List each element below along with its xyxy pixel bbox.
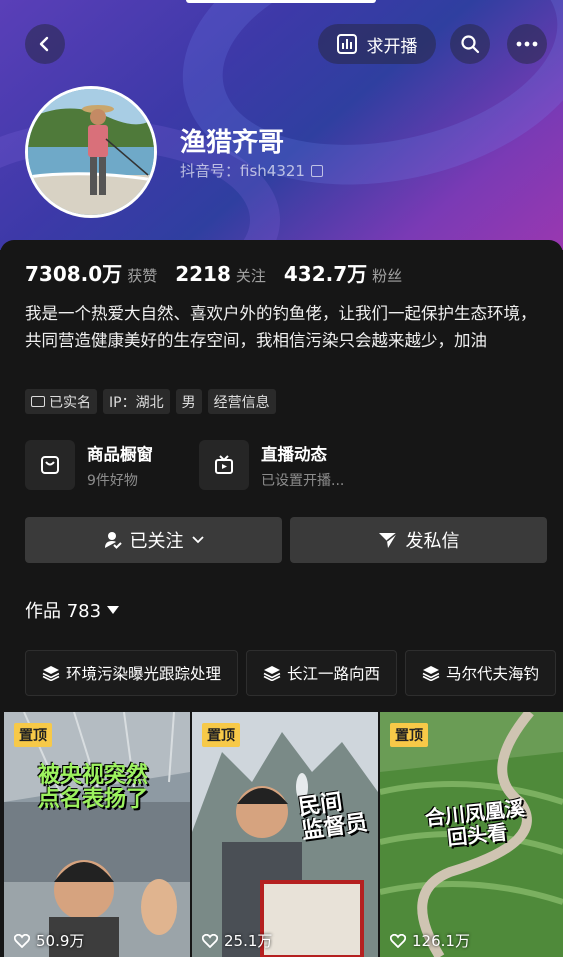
video-thumbnail-image — [4, 712, 190, 957]
product-showcase[interactable]: 商品橱窗 9件好物 — [25, 440, 153, 490]
avatar[interactable] — [25, 86, 157, 218]
video-likes: 25.1万 — [202, 930, 272, 951]
tag-ip: IP：湖北 — [103, 389, 170, 414]
back-button[interactable] — [25, 24, 65, 64]
id-card-icon — [31, 396, 45, 407]
video-likes-count: 25.1万 — [224, 932, 273, 950]
video-caption: 民间 监督员 — [296, 789, 370, 845]
following-label: 关注 — [235, 267, 266, 285]
user-check-icon — [104, 532, 122, 549]
live-chart-icon — [336, 34, 357, 54]
triangle-down-icon — [107, 606, 120, 614]
layers-icon — [263, 666, 281, 681]
more-icon — [516, 41, 538, 47]
collection-item[interactable]: 长江一路向西 — [246, 650, 398, 696]
video-likes-count: 126.1万 — [412, 932, 470, 950]
copy-icon[interactable] — [310, 164, 323, 177]
showcase-title: 商品橱窗 — [87, 444, 153, 464]
heart-icon — [14, 933, 30, 948]
showcase-sub: 9件好物 — [87, 472, 138, 489]
tag-gender-label: 男 — [181, 394, 196, 411]
video-likes: 50.9万 — [14, 930, 84, 951]
request-live-button[interactable]: 求开播 — [318, 24, 436, 64]
following-stat[interactable]: 2218 关注 — [175, 262, 266, 286]
layers-icon — [422, 666, 440, 681]
followed-label: 已关注 — [129, 531, 184, 552]
collection-label: 长江一路向西 — [287, 665, 381, 683]
collection-item[interactable]: 马尔代夫海钓 — [405, 650, 557, 696]
video-caption: 被央视突然 点名表扬了 — [38, 763, 149, 813]
pinned-badge: 置顶 — [14, 723, 52, 747]
tag-row: 已实名 IP：湖北 男 经营信息 — [25, 389, 276, 414]
video-likes: 126.1万 — [390, 930, 470, 951]
likes-count: 7308.0万 — [25, 262, 123, 286]
live-title: 直播动态 — [261, 444, 327, 464]
douyin-id[interactable]: 抖音号：fish4321 — [180, 160, 323, 181]
profile-name: 渔猎齐哥 — [180, 128, 285, 158]
collection-label: 马尔代夫海钓 — [446, 665, 540, 683]
chevron-down-icon — [191, 536, 204, 544]
video-thumbnail[interactable]: 置顶 合川凤凰溪 回头看 126.1万 — [380, 712, 563, 957]
fans-label: 粉丝 — [372, 267, 403, 285]
collection-label: 环境污染曝光跟踪处理 — [66, 665, 222, 683]
paper-plane-icon — [378, 532, 397, 548]
heart-icon — [202, 933, 218, 948]
stats-row: 7308.0万 获赞 2218 关注 432.7万 粉丝 — [25, 258, 420, 287]
tv-icon — [199, 440, 249, 490]
works-label: 作品 783 — [25, 601, 102, 622]
live-updates[interactable]: 直播动态 已设置开播... — [199, 440, 344, 490]
live-sub: 已设置开播... — [261, 472, 345, 489]
bio-text: 我是一个热爱大自然、喜欢户外的钓鱼佬，让我们一起保护生态环境，共同营造健康美好的… — [25, 304, 537, 350]
send-message-label: 发私信 — [405, 531, 460, 552]
douyin-id-text: 抖音号：fish4321 — [180, 162, 305, 180]
likes-stat[interactable]: 7308.0万 获赞 — [25, 258, 157, 287]
works-tab[interactable]: 作品 783 — [25, 597, 120, 623]
tag-gender: 男 — [175, 389, 202, 414]
video-thumbnail[interactable]: 置顶 民间 监督员 25.1万 — [192, 712, 378, 957]
likes-label: 获赞 — [127, 267, 158, 285]
send-message-button[interactable]: 发私信 — [290, 517, 547, 563]
layers-icon — [42, 666, 60, 681]
collection-item[interactable]: 环境污染曝光跟踪处理 — [25, 650, 239, 696]
followed-button[interactable]: 已关注 — [25, 517, 282, 563]
request-live-label: 求开播 — [366, 36, 418, 57]
search-icon — [461, 35, 480, 54]
pinned-badge: 置顶 — [202, 723, 240, 747]
tag-verified: 已实名 — [25, 389, 97, 414]
pinned-badge: 置顶 — [390, 723, 428, 747]
video-likes-count: 50.9万 — [36, 932, 85, 950]
tag-business-label: 经营信息 — [213, 394, 270, 411]
tag-ip-label: IP：湖北 — [109, 394, 164, 411]
heart-icon — [390, 933, 406, 948]
collection-row: 环境污染曝光跟踪处理 长江一路向西 马尔代夫海钓 — [25, 650, 557, 696]
status-bar-indicator — [186, 0, 376, 3]
shopping-bag-icon — [25, 440, 75, 490]
fans-count: 432.7万 — [283, 262, 368, 286]
fans-stat[interactable]: 432.7万 粉丝 — [284, 258, 402, 287]
chevron-left-icon — [39, 36, 49, 52]
more-button[interactable] — [507, 24, 547, 64]
search-button[interactable] — [450, 24, 490, 64]
tag-verified-label: 已实名 — [49, 394, 91, 411]
following-count: 2218 — [175, 262, 231, 286]
video-thumbnail[interactable]: 置顶 被央视突然 点名表扬了 50.9万 — [4, 712, 190, 957]
tag-business-info[interactable]: 经营信息 — [207, 389, 276, 414]
